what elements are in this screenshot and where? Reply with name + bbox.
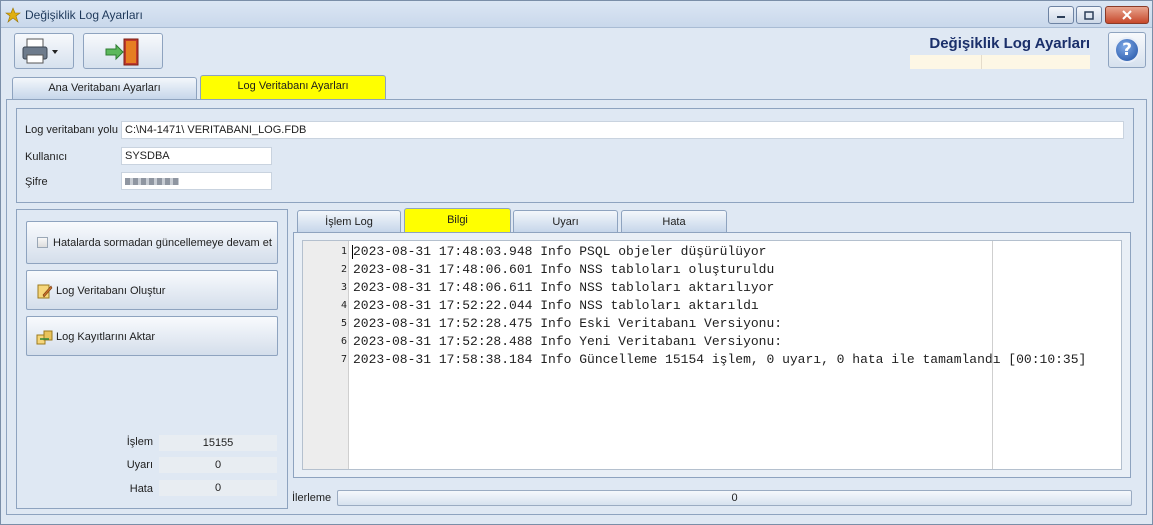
tab-hata[interactable]: Hata — [621, 210, 727, 232]
stat-value-uyari: 0 — [159, 457, 277, 473]
header-strip — [910, 55, 1090, 69]
line-number: 5 — [340, 318, 347, 329]
printer-icon — [22, 38, 58, 64]
exit-door-icon — [105, 38, 139, 66]
window-title: Değişiklik Log Ayarları — [25, 8, 143, 22]
stat-label-hata: Hata — [129, 483, 153, 495]
minimize-button[interactable] — [1048, 6, 1074, 24]
username-input[interactable]: SYSDBA — [121, 147, 272, 165]
stat-label-uyari: Uyarı — [126, 459, 153, 471]
app-icon — [5, 7, 21, 23]
stat-value-islem: 15155 — [159, 435, 277, 451]
line-number: 7 — [340, 354, 347, 365]
continue-on-error-checkbox[interactable] — [37, 237, 48, 248]
log-line: 2023-08-31 17:58:38.184 Info Güncelleme … — [353, 352, 1087, 367]
log-line: 2023-08-31 17:48:03.948 Info PSQL objele… — [353, 244, 767, 259]
log-line: 2023-08-31 17:52:22.044 Info NSS tablola… — [353, 298, 759, 313]
tab-bilgi[interactable]: Bilgi — [404, 208, 511, 233]
exit-button[interactable] — [83, 33, 163, 69]
line-number: 2 — [340, 264, 347, 275]
password-input[interactable] — [121, 172, 272, 190]
log-line: 2023-08-31 17:48:06.611 Info NSS tablola… — [353, 280, 775, 295]
help-icon: ? — [1114, 37, 1140, 63]
log-db-path-input[interactable]: C:\N4-1471\ VERITABANI_LOG.FDB — [121, 121, 1124, 139]
actions-panel: Hatalarda sormadan güncellemeye devam et… — [16, 209, 288, 509]
transfer-logs-label: Log Kayıtlarını Aktar — [56, 331, 156, 343]
tab-main-db-settings[interactable]: Ana Veritabanı Ayarları — [12, 77, 197, 99]
stat-label-islem: İşlem — [126, 436, 153, 448]
create-log-db-button[interactable]: Log Veritabanı Oluştur — [26, 270, 278, 310]
toolbar: Değişiklik Log Ayarları ? — [1, 29, 1152, 73]
tab-log-db-settings[interactable]: Log Veritabanı Ayarları — [200, 75, 386, 99]
password-mask — [125, 178, 179, 185]
transfer-logs-button[interactable]: Log Kayıtlarını Aktar — [26, 316, 278, 356]
stat-value-hata: 0 — [159, 480, 277, 496]
line-number: 4 — [340, 300, 347, 311]
page-title: Değişiklik Log Ayarları — [929, 35, 1090, 52]
minimize-icon — [1057, 16, 1065, 18]
print-button[interactable] — [14, 33, 74, 69]
log-line: 2023-08-31 17:52:28.475 Info Eski Verita… — [353, 316, 783, 331]
create-log-db-label: Log Veritabanı Oluştur — [56, 285, 166, 297]
tab-uyari[interactable]: Uyarı — [513, 210, 618, 232]
progress-value: 0 — [731, 492, 738, 504]
close-icon — [1122, 10, 1132, 20]
log-line: 2023-08-31 17:52:28.488 Info Yeni Verita… — [353, 334, 783, 349]
title-bar[interactable]: Değişiklik Log Ayarları — [1, 1, 1152, 28]
log-editor[interactable]: 1 2023-08-31 17:48:03.948 Info PSQL obje… — [302, 240, 1122, 470]
progress-bar: 0 — [337, 490, 1132, 506]
line-number: 6 — [340, 336, 347, 347]
tab-islem-log[interactable]: İşlem Log — [297, 210, 401, 232]
restore-icon — [1084, 10, 1094, 20]
log-line: 2023-08-31 17:48:06.601 Info NSS tablola… — [353, 262, 775, 277]
app-window: Değişiklik Log Ayarları Değişiklik Log A… — [0, 0, 1153, 525]
continue-on-error-box: Hatalarda sormadan güncellemeye devam et — [26, 221, 278, 264]
restore-button[interactable] — [1076, 6, 1102, 24]
db-settings-panel: Log veritabanı yolu C:\N4-1471\ VERITABA… — [16, 108, 1134, 203]
continue-on-error-label: Hatalarda sormadan güncellemeye devam et — [53, 237, 272, 249]
user-label: Kullanıcı — [25, 151, 68, 163]
create-db-icon — [37, 284, 53, 299]
close-button[interactable] — [1105, 6, 1149, 24]
progress-label: İlerleme — [292, 492, 332, 504]
path-label: Log veritabanı yolu — [25, 124, 118, 136]
help-button[interactable]: ? — [1108, 32, 1146, 68]
line-number: 1 — [340, 246, 347, 257]
transfer-logs-icon — [36, 330, 53, 345]
password-label: Şifre — [25, 176, 48, 188]
line-number: 3 — [340, 282, 347, 293]
